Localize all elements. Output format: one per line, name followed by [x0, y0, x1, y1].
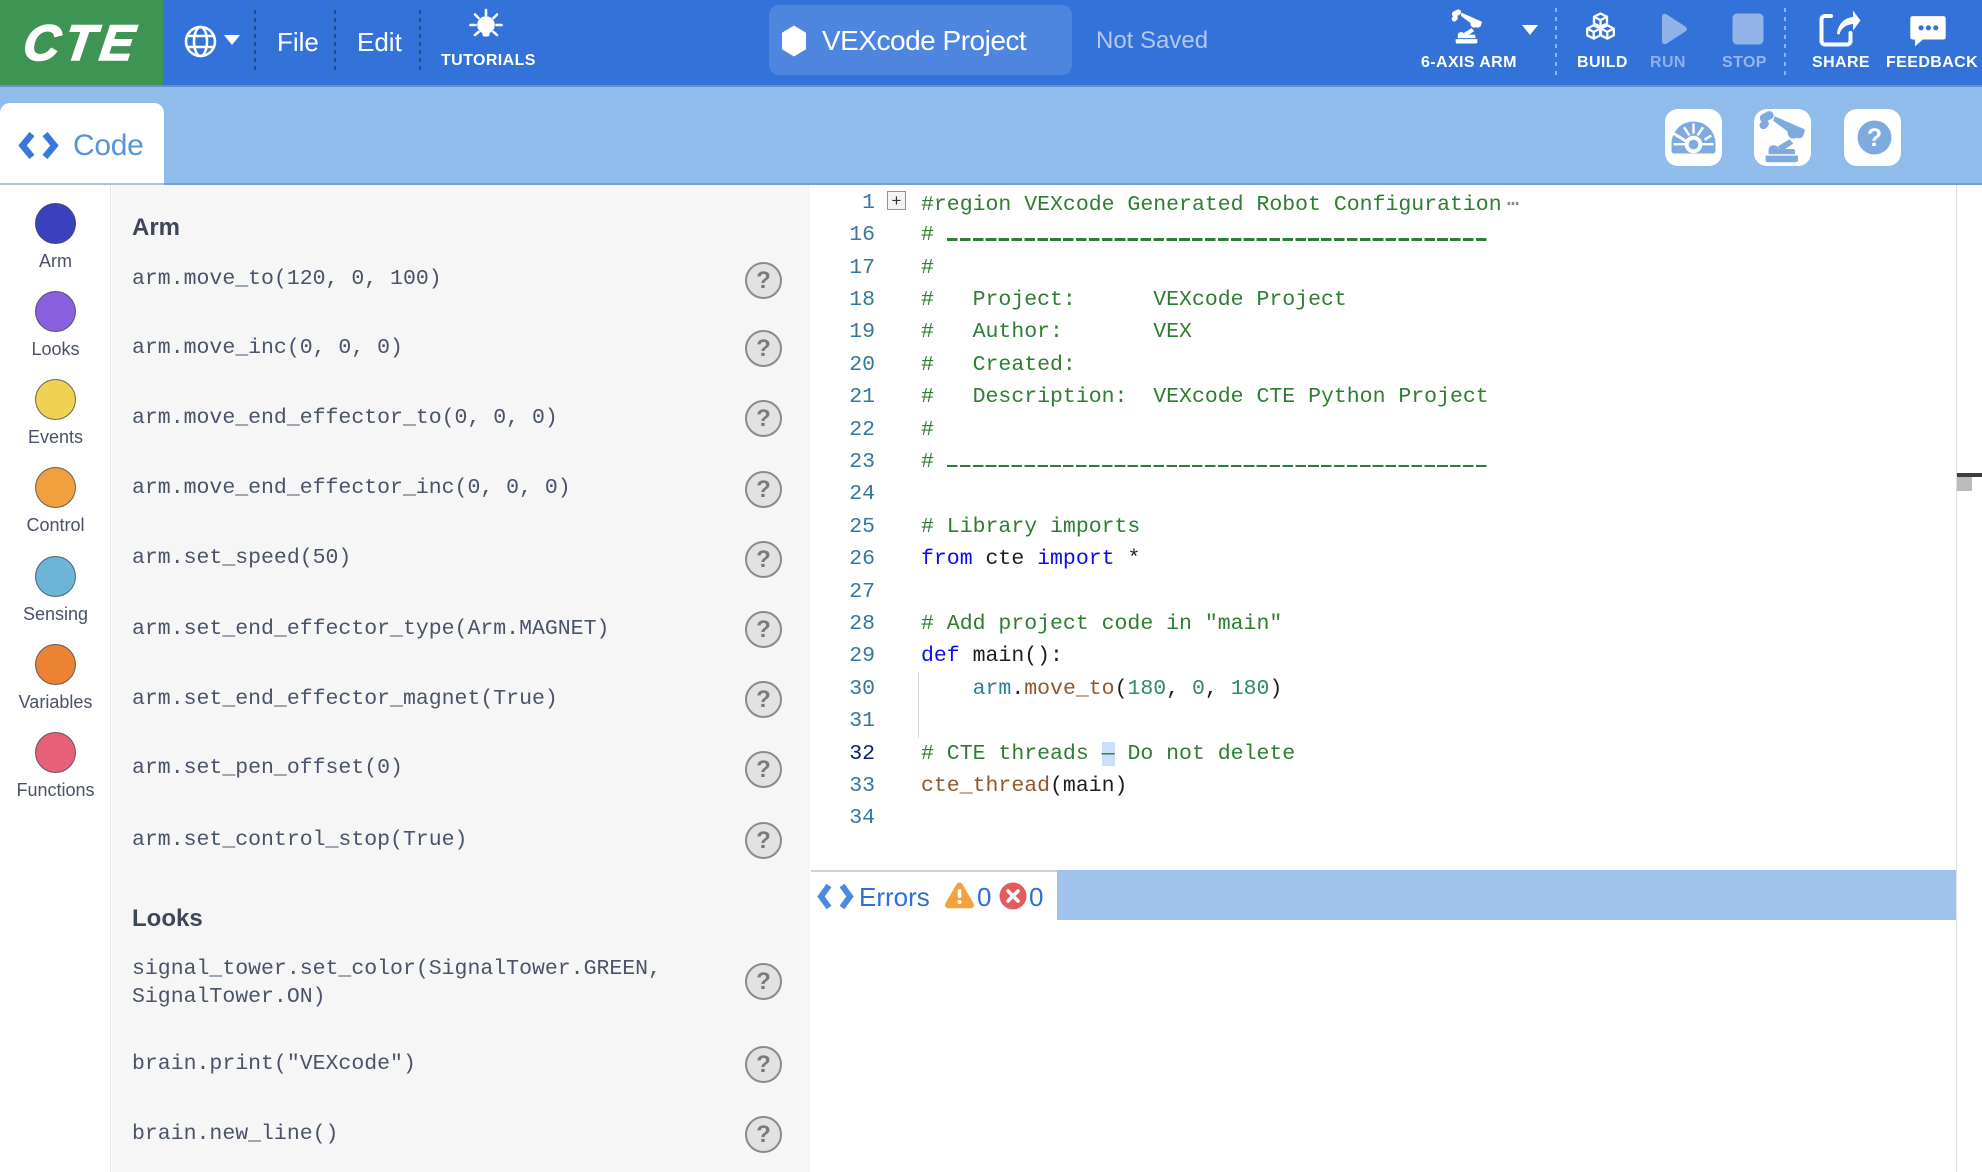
svg-text:?: ? — [1867, 124, 1882, 152]
